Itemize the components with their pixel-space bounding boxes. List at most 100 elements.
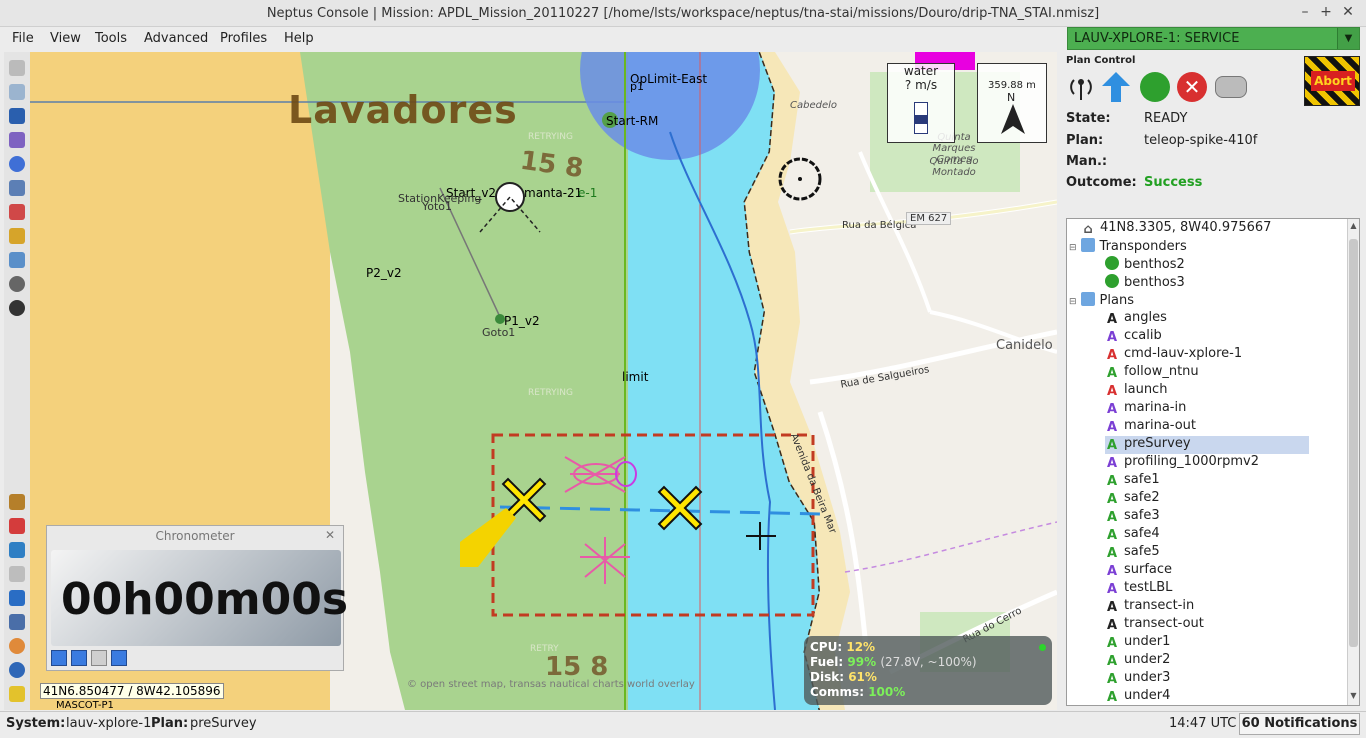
tree-item[interactable]: ApreSurvey bbox=[1105, 436, 1309, 454]
tree-item[interactable]: Asafe4 bbox=[1105, 526, 1160, 544]
tree-item[interactable]: Alaunch bbox=[1105, 382, 1167, 400]
scroll-up-icon[interactable]: ▲ bbox=[1349, 221, 1358, 233]
target-icon[interactable] bbox=[9, 300, 25, 316]
marker-label[interactable]: manta-21 bbox=[524, 186, 582, 200]
marker-label[interactable]: Yoto1 bbox=[422, 200, 452, 213]
tree-item[interactable]: Asurface bbox=[1105, 562, 1172, 580]
menu-file[interactable]: File bbox=[12, 31, 34, 46]
tree-item[interactable]: AtestLBL bbox=[1105, 580, 1172, 598]
globe-icon[interactable] bbox=[9, 156, 25, 172]
plan-icon: A bbox=[1106, 582, 1118, 597]
tree-plans-node[interactable]: ⊟ Plans bbox=[1069, 292, 1134, 310]
eye-icon[interactable] bbox=[9, 276, 25, 292]
marker-label[interactable]: MASCOT-P1 bbox=[56, 700, 114, 710]
tree-item[interactable]: benthos2 bbox=[1105, 256, 1185, 274]
collapse-icon[interactable]: ⊟ bbox=[1069, 297, 1077, 307]
tree-item[interactable]: Atransect-in bbox=[1105, 598, 1194, 616]
play-icon[interactable] bbox=[51, 650, 67, 666]
compass-north: N bbox=[1007, 91, 1016, 104]
chart-icon[interactable] bbox=[9, 252, 25, 268]
tree-item-label: transect-out bbox=[1124, 616, 1204, 631]
tree-item[interactable]: benthos3 bbox=[1105, 274, 1185, 292]
stop-plan-icon[interactable]: ✕ bbox=[1177, 72, 1207, 102]
plan-icon: A bbox=[1106, 672, 1118, 687]
tree-item-label: safe5 bbox=[1124, 544, 1160, 559]
system-label: System: bbox=[6, 716, 66, 731]
marker-label[interactable]: limit bbox=[622, 370, 648, 384]
notifications-button[interactable]: 60 Notifications bbox=[1239, 713, 1360, 735]
tree-item[interactable]: Aunder1 bbox=[1105, 634, 1170, 652]
move-icon[interactable] bbox=[9, 60, 25, 76]
trophy-icon[interactable] bbox=[9, 686, 25, 702]
arrow-up-icon[interactable] bbox=[111, 650, 127, 666]
tree-item[interactable]: Afollow_ntnu bbox=[1105, 364, 1199, 382]
marker-icon[interactable] bbox=[9, 518, 25, 534]
tree-item[interactable]: Acmd-lauv-xplore-1 bbox=[1105, 346, 1242, 364]
minimize-button[interactable]: – bbox=[1297, 4, 1313, 20]
abort-button[interactable]: Abort bbox=[1304, 56, 1360, 106]
menu-advanced[interactable]: Advanced bbox=[144, 31, 208, 46]
menu-tools[interactable]: Tools bbox=[95, 31, 127, 46]
start-plan-icon[interactable] bbox=[1140, 72, 1170, 102]
menu-profiles[interactable]: Profiles bbox=[220, 31, 267, 46]
keyboard-icon[interactable] bbox=[9, 566, 25, 582]
rotate-icon[interactable] bbox=[9, 84, 25, 100]
pin-icon[interactable] bbox=[9, 638, 25, 654]
north-arrow-icon bbox=[1001, 104, 1025, 134]
tree-transponders-node[interactable]: ⊟ Transponders bbox=[1069, 238, 1187, 256]
stop-icon[interactable] bbox=[91, 650, 107, 666]
tree-item-label: marina-in bbox=[1124, 400, 1187, 415]
edit-icon[interactable] bbox=[9, 204, 25, 220]
scroll-thumb[interactable] bbox=[1349, 239, 1358, 647]
ruler-icon[interactable] bbox=[9, 132, 25, 148]
vehicle-selector[interactable]: LAUV-XPLORE-1: SERVICE ▼ bbox=[1067, 27, 1360, 50]
pause-icon[interactable] bbox=[71, 650, 87, 666]
chronometer-display: 00h00m00s bbox=[51, 550, 348, 646]
tree-item[interactable]: Asafe1 bbox=[1105, 472, 1160, 490]
tree-item[interactable]: Aunder3 bbox=[1105, 670, 1170, 688]
teleoperation-icon[interactable] bbox=[1215, 76, 1247, 98]
tree-home-node[interactable]: ⌂ 41N8.3305, 8W40.975667 bbox=[1081, 220, 1271, 238]
scroll-down-icon[interactable]: ▼ bbox=[1349, 691, 1358, 703]
collapse-icon[interactable]: ⊟ bbox=[1069, 243, 1077, 253]
marker-label[interactable]: Start-RM bbox=[606, 114, 658, 128]
mission-tree[interactable]: ⌂ 41N8.3305, 8W40.975667 ⊟ Transponders be… bbox=[1066, 218, 1360, 706]
menu-help[interactable]: Help bbox=[284, 31, 314, 46]
tree-item[interactable]: Aunder4 bbox=[1105, 688, 1170, 705]
layer-icon[interactable] bbox=[9, 108, 25, 124]
send-plan-icon[interactable] bbox=[1102, 72, 1130, 102]
tree-item[interactable]: Aprofiling_1000rpmv2 bbox=[1105, 454, 1259, 472]
close-window-button[interactable]: ✕ bbox=[1340, 4, 1356, 20]
tree-item[interactable]: Asafe3 bbox=[1105, 508, 1160, 526]
chevron-down-icon[interactable]: ▼ bbox=[1337, 28, 1359, 49]
marker-label[interactable]: P2_v2 bbox=[366, 266, 402, 280]
lock-icon[interactable] bbox=[9, 228, 25, 244]
chronometer-title: Chronometer bbox=[47, 526, 343, 546]
tree-item[interactable]: Amarina-in bbox=[1105, 400, 1186, 418]
tree-scrollbar[interactable]: ▲ ▼ bbox=[1347, 219, 1359, 705]
play-plan-icon[interactable] bbox=[9, 542, 25, 558]
chronometer-panel: Chronometer ✕ 00h00m00s bbox=[46, 525, 348, 671]
marker-label[interactable]: Goto1 bbox=[482, 326, 515, 339]
menu-view[interactable]: View bbox=[50, 31, 81, 46]
tree-item[interactable]: Accalib bbox=[1105, 328, 1162, 346]
marker-label[interactable]: p1 bbox=[630, 80, 644, 93]
vehicle-icon[interactable] bbox=[9, 180, 25, 196]
tree-item[interactable]: Asafe2 bbox=[1105, 490, 1160, 508]
marker-label[interactable]: e-1 bbox=[578, 186, 597, 200]
photo-icon[interactable] bbox=[9, 614, 25, 630]
tree-item[interactable]: Asafe5 bbox=[1105, 544, 1160, 562]
wand-icon[interactable] bbox=[9, 494, 25, 510]
tree-item-label: benthos3 bbox=[1124, 275, 1185, 290]
tree-item[interactable]: Amarina-out bbox=[1105, 418, 1196, 436]
maximize-button[interactable]: + bbox=[1318, 4, 1334, 20]
antenna-icon[interactable] bbox=[1068, 74, 1094, 100]
tree-item[interactable]: Aangles bbox=[1105, 310, 1167, 328]
tree-item[interactable]: Aunder2 bbox=[1105, 652, 1170, 670]
tree-item-label: transect-in bbox=[1124, 598, 1195, 613]
tree-item[interactable]: Atransect-out bbox=[1105, 616, 1204, 634]
info-icon[interactable] bbox=[9, 662, 25, 678]
stats-icon[interactable] bbox=[9, 590, 25, 606]
tree-item-label: preSurvey bbox=[1124, 436, 1191, 451]
chronometer-close-button[interactable]: ✕ bbox=[325, 528, 335, 542]
